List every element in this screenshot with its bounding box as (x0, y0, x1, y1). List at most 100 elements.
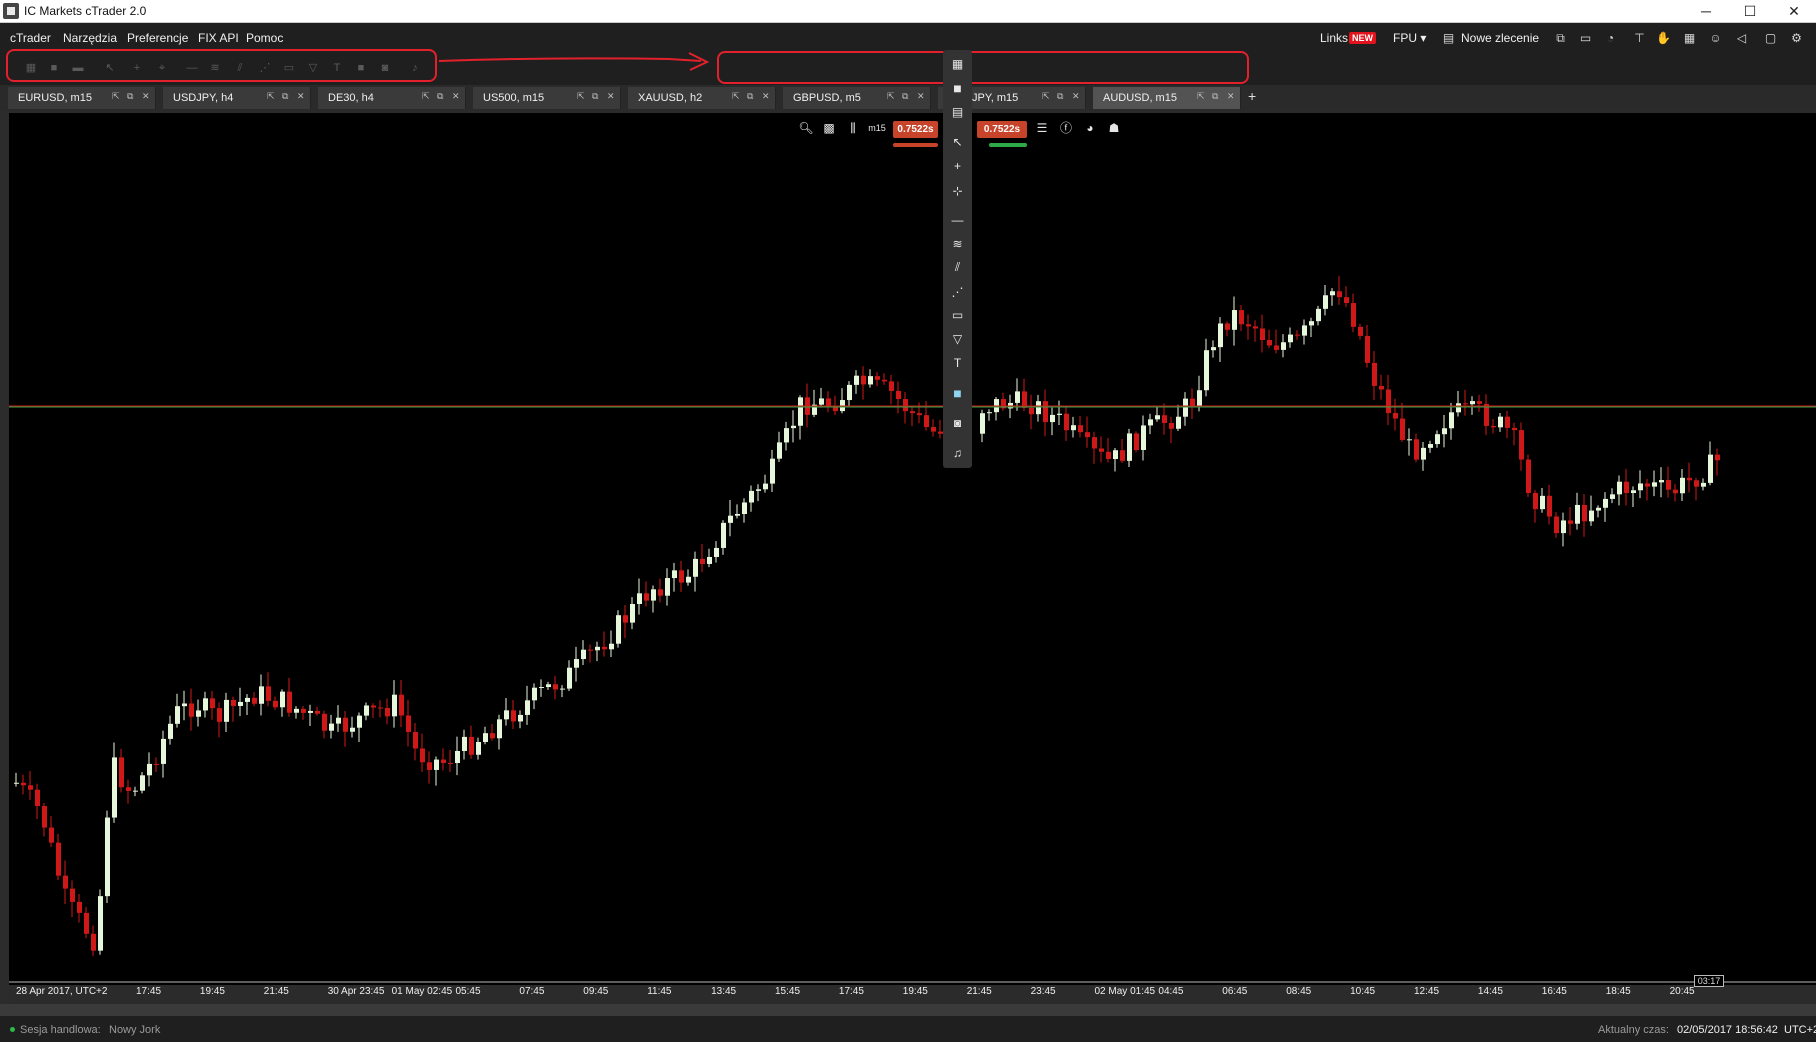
hand-icon[interactable]: ✋ (1656, 31, 1671, 45)
candle-body (504, 710, 509, 720)
maximize-icon[interactable]: ☐ (1728, 0, 1772, 23)
tab-xauusd[interactable]: XAUUSD, h2 ⇱ ⧉ ✕ (628, 87, 776, 109)
link-icon[interactable]: ⧉ (437, 91, 443, 102)
candle-body (329, 723, 334, 731)
share-icon[interactable]: ◕ (1081, 119, 1099, 137)
detach-icon[interactable]: ⇱ (732, 91, 740, 102)
menu-tools[interactable]: Narzędzia (63, 31, 117, 45)
fibonacci-icon[interactable]: ≋ (943, 234, 972, 254)
candle-body (567, 667, 572, 689)
minimize-icon[interactable]: ─ (1684, 0, 1728, 23)
link-icon[interactable]: ⧉ (127, 91, 133, 102)
facebook-icon[interactable]: ⓕ (1057, 119, 1075, 137)
close-tab-icon[interactable]: ✕ (607, 91, 615, 102)
cursor-icon[interactable]: ↖ (943, 132, 972, 152)
layout-icon[interactable]: ⧉ (1553, 31, 1568, 45)
window-icon[interactable]: ▢ (1763, 31, 1778, 45)
tab-gbpusd[interactable]: GBPUSD, m5 ⇱ ⧉ ✕ (783, 87, 931, 109)
close-tab-icon[interactable]: ✕ (142, 91, 150, 102)
chat-icon[interactable]: ☺ (1708, 31, 1723, 45)
candle-body (1022, 391, 1027, 408)
grid-layout-icon[interactable]: ▦ (943, 54, 972, 74)
camera-icon[interactable]: ◙ (943, 413, 972, 433)
link-icon[interactable]: ⧉ (592, 91, 598, 102)
candle-body (1449, 412, 1454, 429)
horizontal-line-icon[interactable]: ― (943, 210, 972, 230)
link-icon[interactable]: ⧉ (1057, 91, 1063, 102)
fib-fan-icon[interactable]: ⋰ (943, 282, 972, 302)
time-axis-label: 17:45 (136, 986, 162, 997)
split-layout-icon[interactable]: ▤ (943, 102, 972, 122)
settings-icon[interactable]: ⚙ (1789, 31, 1804, 45)
tab-de30[interactable]: DE30, h4 ⇱ ⧉ ✕ (318, 87, 466, 109)
link-icon[interactable]: ⧉ (902, 91, 908, 102)
tab-eurusd[interactable]: EURUSD, m15 ⇱ ⧉ ✕ (8, 87, 156, 109)
timeframe-icon[interactable]: m15 (868, 119, 886, 137)
user-icon[interactable]: ☗ (1105, 119, 1123, 137)
candle-body (441, 759, 446, 763)
checklist-icon[interactable]: ☰ (1033, 119, 1051, 137)
link-icon[interactable]: ⧉ (282, 91, 288, 102)
single-layout-icon[interactable]: ■ (943, 78, 972, 98)
close-tab-icon[interactable]: ✕ (1072, 91, 1080, 102)
price-chart[interactable] (9, 113, 1816, 985)
candle-body (56, 842, 61, 876)
zoom-search-icon[interactable]: 🔍︎ (797, 119, 815, 137)
candle-body (693, 558, 698, 577)
candle-body (420, 748, 425, 763)
menu-preferences[interactable]: Preferencje (127, 31, 188, 45)
close-icon[interactable]: ✕ (1772, 0, 1816, 23)
rectangle-icon[interactable]: ▭ (943, 305, 972, 325)
detach-icon[interactable]: ⇱ (887, 91, 895, 102)
link-icon[interactable]: ⧉ (1212, 91, 1218, 102)
detach-icon[interactable]: ⇱ (577, 91, 585, 102)
tab-us500[interactable]: US500, m15 ⇱ ⧉ ✕ (473, 87, 621, 109)
candle-body (1351, 303, 1356, 327)
horizontal-scrollbar[interactable] (0, 1004, 1816, 1016)
sell-price-button[interactable]: 0.7522s (893, 121, 938, 138)
links-link[interactable]: Links (1320, 31, 1348, 45)
channel-icon[interactable]: ⫽ (943, 257, 972, 277)
detach-icon[interactable]: ⇱ (422, 91, 430, 102)
calendar-icon[interactable]: ▦ (1682, 31, 1697, 45)
color-picker-icon[interactable]: ■ (943, 383, 972, 403)
candle-body (1288, 334, 1293, 343)
candle-body (1638, 483, 1643, 491)
detach-icon[interactable]: ⇱ (267, 91, 275, 102)
close-tab-icon[interactable]: ✕ (1227, 91, 1235, 102)
detach-icon[interactable]: ⇱ (1042, 91, 1050, 102)
candle-body (630, 604, 635, 623)
tab-audusd[interactable]: AUDUSD, m15 ⇱ ⧉ ✕ (1093, 87, 1241, 109)
link-icon[interactable]: ⧉ (747, 91, 753, 102)
crosshair-icon[interactable]: + (943, 156, 972, 176)
chart-type-icon[interactable]: ⫼ (844, 119, 862, 137)
buy-price-button[interactable]: 0.7522s (977, 121, 1027, 138)
zoom-in-icon[interactable]: ⊹ (943, 181, 972, 201)
video-icon[interactable]: ▭ (1578, 31, 1593, 45)
account-selector[interactable]: FPU ▾ (1393, 31, 1426, 45)
time-axis-label: 14:45 (1477, 986, 1503, 997)
menu-ctrader[interactable]: cTrader (10, 31, 51, 45)
time-axis-label: 04:45 (1158, 986, 1184, 997)
alert-bell-icon[interactable]: ♫ (943, 443, 972, 463)
close-tab-icon[interactable]: ✕ (762, 91, 770, 102)
add-tab-button[interactable]: + (1248, 88, 1256, 104)
tab-usdjpy[interactable]: USDJPY, h4 ⇱ ⧉ ✕ (163, 87, 311, 109)
text-icon[interactable]: T (943, 353, 972, 373)
new-order-button[interactable]: Nowe zlecenie (1461, 31, 1539, 45)
menu-fix-api[interactable]: FIX API (198, 31, 239, 45)
candle-body (1652, 482, 1657, 487)
sound-icon[interactable]: ◁ (1734, 31, 1749, 45)
detach-icon[interactable]: ⇱ (1197, 91, 1205, 102)
candle-body (14, 782, 19, 784)
close-tab-icon[interactable]: ✕ (917, 91, 925, 102)
chart-settings-icon[interactable]: ▩ (820, 119, 838, 137)
candle-body (1491, 425, 1496, 428)
gauge-icon[interactable]: ◔ (1603, 31, 1618, 45)
close-tab-icon[interactable]: ✕ (297, 91, 305, 102)
detach-icon[interactable]: ⇱ (112, 91, 120, 102)
triangle-icon[interactable]: ▽ (943, 329, 972, 349)
menu-help[interactable]: Pomoc (246, 31, 283, 45)
close-tab-icon[interactable]: ✕ (452, 91, 460, 102)
tools-icon[interactable]: ⊤ (1632, 31, 1647, 45)
